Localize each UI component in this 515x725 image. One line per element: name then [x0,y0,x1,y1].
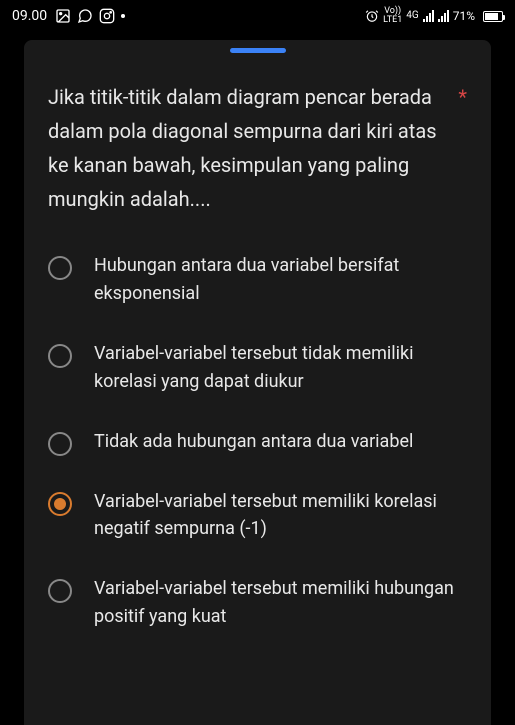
radio-icon [48,256,72,280]
option-label: Hubungan antara dua variabel bersifat ek… [94,252,467,308]
image-icon [55,8,71,24]
options-group: Hubungan antara dua variabel bersifat ek… [48,252,467,631]
option-label: Variabel-variabel tersebut memiliki hubu… [94,575,467,631]
option-4[interactable]: Variabel-variabel tersebut memiliki hubu… [48,575,467,631]
battery-icon [479,11,503,22]
signal-icon-2 [438,10,449,22]
alarm-icon [365,9,379,23]
drag-handle[interactable] [230,48,286,53]
instagram-icon [99,8,115,24]
option-1[interactable]: Variabel-variabel tersebut tidak memilik… [48,340,467,396]
battery-percent: 71% [453,9,475,23]
radio-icon [48,492,72,516]
radio-icon [48,344,72,368]
option-3[interactable]: Variabel-variabel tersebut memiliki kore… [48,488,467,544]
radio-icon [48,432,72,456]
volte-label: Vo)) LTE1 [383,7,402,25]
clock: 09.00 [12,8,47,24]
signal-icon-1 [423,10,434,22]
status-bar: 09.00 Vo)) LTE1 4G 71% [0,0,515,32]
option-label: Variabel-variabel tersebut tidak memilik… [94,340,467,396]
status-icons-left [55,8,125,24]
network-type: 4G [406,11,418,21]
whatsapp-icon [77,8,93,24]
option-label: Tidak ada hubungan antara dua variabel [94,428,413,456]
question-card: Jika titik-titik dalam diagram pencar be… [24,40,491,725]
radio-icon [48,579,72,603]
more-dot-icon [121,14,125,18]
option-2[interactable]: Tidak ada hubungan antara dua variabel [48,428,467,456]
option-0[interactable]: Hubungan antara dua variabel bersifat ek… [48,252,467,308]
status-left: 09.00 [12,8,125,24]
option-label: Variabel-variabel tersebut memiliki kore… [94,488,467,544]
required-marker: * [458,80,467,114]
question-text: Jika titik-titik dalam diagram pencar be… [48,80,467,216]
status-right: Vo)) LTE1 4G 71% [365,7,503,25]
